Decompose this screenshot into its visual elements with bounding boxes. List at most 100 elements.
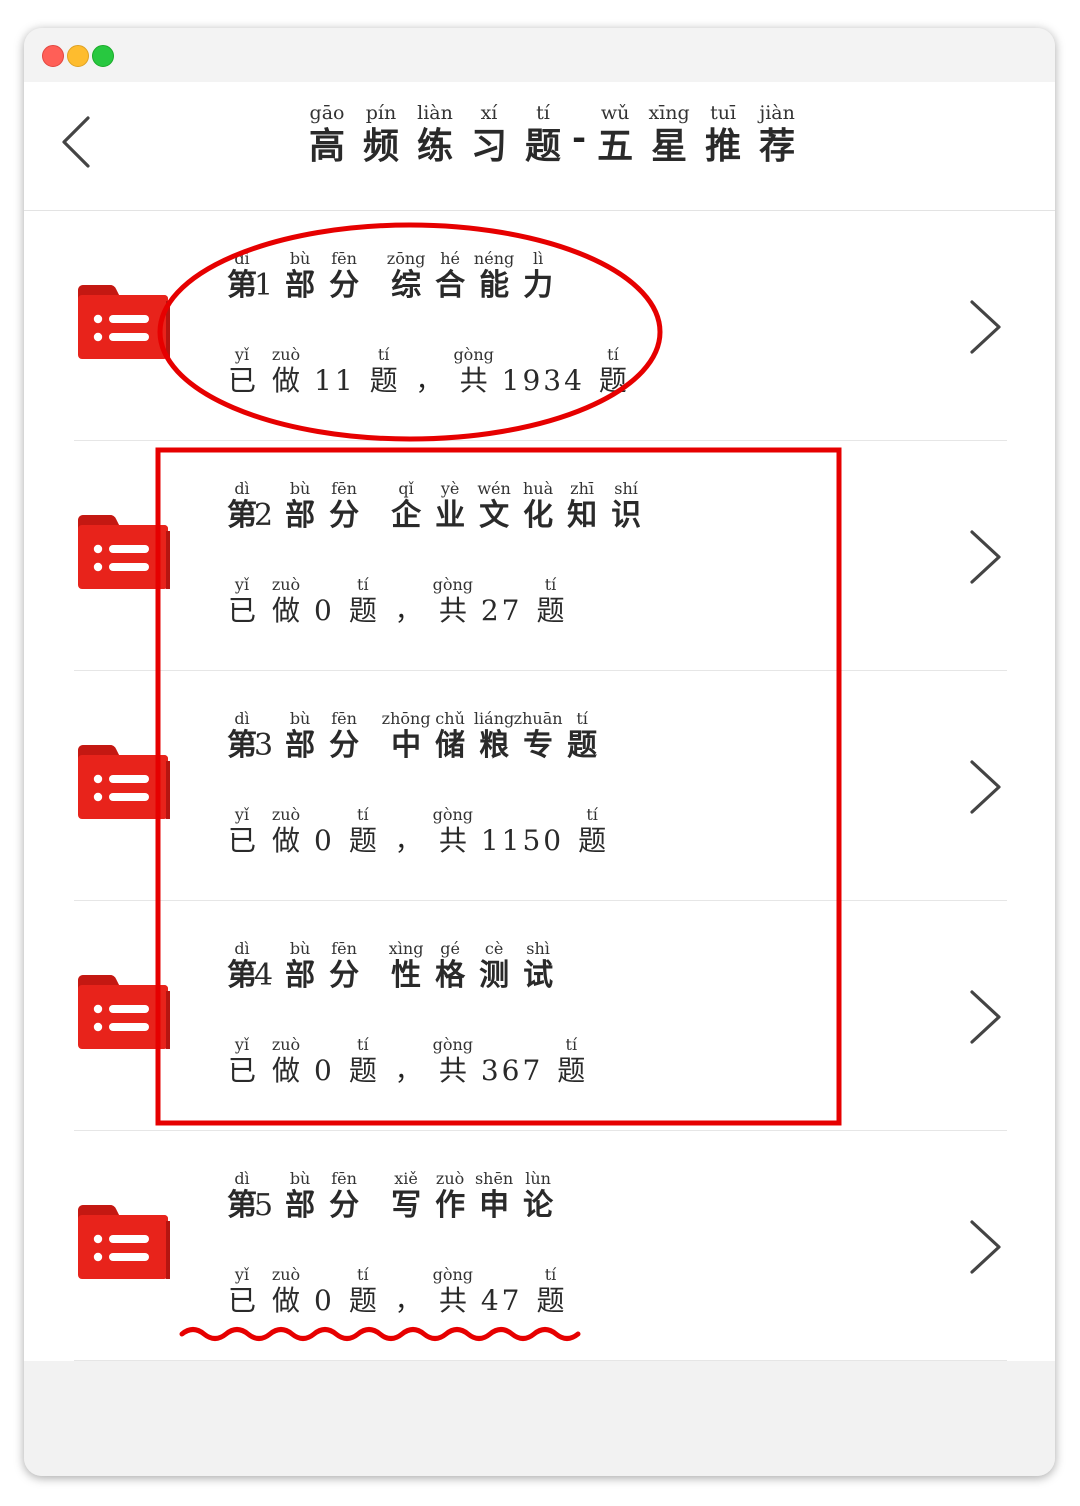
hanzi-character: 分 <box>329 958 360 993</box>
hanzi-character: 星 <box>651 125 688 167</box>
hanzi-character: 专 <box>523 728 554 763</box>
back-button[interactable] <box>54 112 104 172</box>
progress-char: tí 题 <box>591 347 635 395</box>
title-dash: - <box>572 118 587 158</box>
hanzi-character: 部 <box>285 268 316 303</box>
chevron-right-icon[interactable] <box>968 529 1004 585</box>
progress-char: gòng 共 <box>431 807 475 855</box>
hanzi-character: 已 <box>227 594 256 627</box>
minimize-window-button[interactable] <box>67 45 89 67</box>
progress-text: yǐ 已 zuò 做 0 tí 题， gòng 共 367 tí 题 <box>220 1037 593 1087</box>
hanzi-character: 分 <box>329 498 360 533</box>
hanzi-character: 做 <box>271 824 300 857</box>
hanzi-character: 试 <box>523 958 554 993</box>
chevron-right-icon[interactable] <box>968 759 1004 815</box>
section-name-char: gé 格 <box>428 941 472 991</box>
hanzi-character: 五 <box>597 125 634 167</box>
progress-text: yǐ 已 zuò 做 11 tí 题， gòng 共 1934 tí 题 <box>220 347 635 397</box>
folder-list-icon <box>76 513 170 593</box>
hanzi-character: 做 <box>271 364 300 397</box>
progress-char: zuò 做 <box>264 577 308 625</box>
progress-char: yǐ 已 <box>220 1037 264 1085</box>
title-character: wǔ 五 <box>588 104 642 167</box>
section-item-4[interactable]: dì 第 4 bù 部 fēn 分 xìng 性 gé 格 cè 测 shì 试 yǐ 已 zuò 做 0 tí 题， gò… <box>24 901 1055 1131</box>
section-item-3[interactable]: dì 第 3 bù 部 fēn 分 zhōng 中 chǔ 储 liáng 粮 zhuān 专 tí 题 yǐ 已 z… <box>24 671 1055 901</box>
progress-text: yǐ 已 zuò 做 0 tí 题， gòng 共 47 tí 题 <box>220 1267 572 1317</box>
hanzi-character: 做 <box>271 1054 300 1087</box>
folder-list-icon <box>76 973 170 1053</box>
section-item-2[interactable]: dì 第 2 bù 部 fēn 分 qǐ 企 yè 业 wén 文 huà 化 zhī 知 shí 识 yǐ 已 zuò 做… <box>24 441 1055 671</box>
hanzi-character: 已 <box>227 1284 256 1317</box>
hanzi-character: 部 <box>285 498 316 533</box>
comma: ， <box>415 367 442 397</box>
hanzi-character: 粮 <box>479 728 510 763</box>
progress-char: tí 题 <box>528 577 572 625</box>
section-name-char: néng 能 <box>472 251 516 301</box>
section-item-5[interactable]: dì 第 5 bù 部 fēn 分 xiě 写 zuò 作 shēn 申 lùn 论 yǐ 已 zuò 做 0 tí 题，… <box>24 1131 1055 1361</box>
section-prefix-char: bù 部 <box>278 711 322 761</box>
hanzi-character: 分 <box>329 1188 360 1223</box>
total-count: 1934 <box>501 364 585 397</box>
section-name-char: xìng 性 <box>384 941 428 991</box>
section-item-1[interactable]: dì 第 1 bù 部 fēn 分 zōng 综 hé 合 néng 能 lì 力 yǐ 已 zuò 做 11 tí 题，… <box>24 211 1055 441</box>
section-prefix-char: bù 部 <box>278 251 322 301</box>
progress-text: yǐ 已 zuò 做 0 tí 题， gòng 共 1150 tí 题 <box>220 807 614 857</box>
progress-char: gòng 共 <box>431 1267 475 1315</box>
section-name-char: zōng 综 <box>384 251 428 301</box>
hanzi-character: 题 <box>557 1054 586 1087</box>
comma: ， <box>394 827 421 857</box>
hanzi-character: 文 <box>479 498 510 533</box>
hanzi-character: 格 <box>435 958 466 993</box>
hanzi-character: 题 <box>536 594 565 627</box>
hanzi-character: 化 <box>523 498 554 533</box>
zoom-window-button[interactable] <box>92 45 114 67</box>
progress-char: zuò 做 <box>264 1267 308 1315</box>
hanzi-character: 力 <box>523 268 554 303</box>
hanzi-character: 合 <box>435 268 466 303</box>
hanzi-character: 企 <box>391 498 422 533</box>
comma: ， <box>394 1057 421 1087</box>
hanzi-character: 高 <box>308 125 345 167</box>
hanzi-character: 识 <box>611 498 642 533</box>
chevron-right-icon[interactable] <box>968 299 1004 355</box>
section-name-char: zhuān 专 <box>514 711 563 763</box>
section-name-char: zuò 作 <box>428 1171 472 1221</box>
hanzi-character: 部 <box>285 1188 316 1223</box>
comma: ， <box>394 597 421 627</box>
hanzi-character: 题 <box>348 1284 377 1317</box>
section-title: dì 第 1 bù 部 fēn 分 zōng 综 hé 合 néng 能 lì 力 <box>220 251 560 301</box>
hanzi-character: 题 <box>598 364 627 397</box>
hanzi-character: 部 <box>285 728 316 763</box>
done-count: 11 <box>314 364 356 397</box>
title-character: xí 习 <box>462 104 516 165</box>
section-prefix-char: bù 部 <box>278 941 322 991</box>
hanzi-character: 题 <box>578 824 607 857</box>
hanzi-character: 题 <box>348 594 377 627</box>
title-character: gāo 高 <box>300 104 354 167</box>
chevron-right-icon[interactable] <box>968 1219 1004 1275</box>
hanzi-character: 综 <box>391 268 422 303</box>
hanzi-character: 题 <box>369 364 398 397</box>
chevron-right-icon[interactable] <box>968 989 1004 1045</box>
progress-char: yǐ 已 <box>220 347 264 395</box>
total-count: 1150 <box>480 824 565 857</box>
hanzi-character: 题 <box>348 824 377 857</box>
section-number: 3 <box>254 728 277 763</box>
close-window-button[interactable] <box>42 45 64 67</box>
section-name-char: qǐ 企 <box>384 481 428 531</box>
hanzi-character: 中 <box>391 728 422 763</box>
progress-char: yǐ 已 <box>220 1267 264 1315</box>
hanzi-character: 共 <box>438 1054 467 1087</box>
title-character: jiàn 荐 <box>750 104 804 165</box>
section-number: 4 <box>254 958 277 993</box>
progress-char: tí 题 <box>341 1037 385 1085</box>
section-name-char: liáng 粮 <box>472 711 516 761</box>
section-prefix-char: fēn 分 <box>322 711 366 761</box>
title-character: tí 题 <box>516 104 570 165</box>
done-count: 0 <box>314 1054 335 1087</box>
title-character: liàn 练 <box>408 104 462 165</box>
section-name-char: tí 题 <box>560 711 604 761</box>
hanzi-character: 部 <box>285 958 316 993</box>
title-character: tuī 推 <box>696 104 750 165</box>
comma: ， <box>394 1287 421 1317</box>
